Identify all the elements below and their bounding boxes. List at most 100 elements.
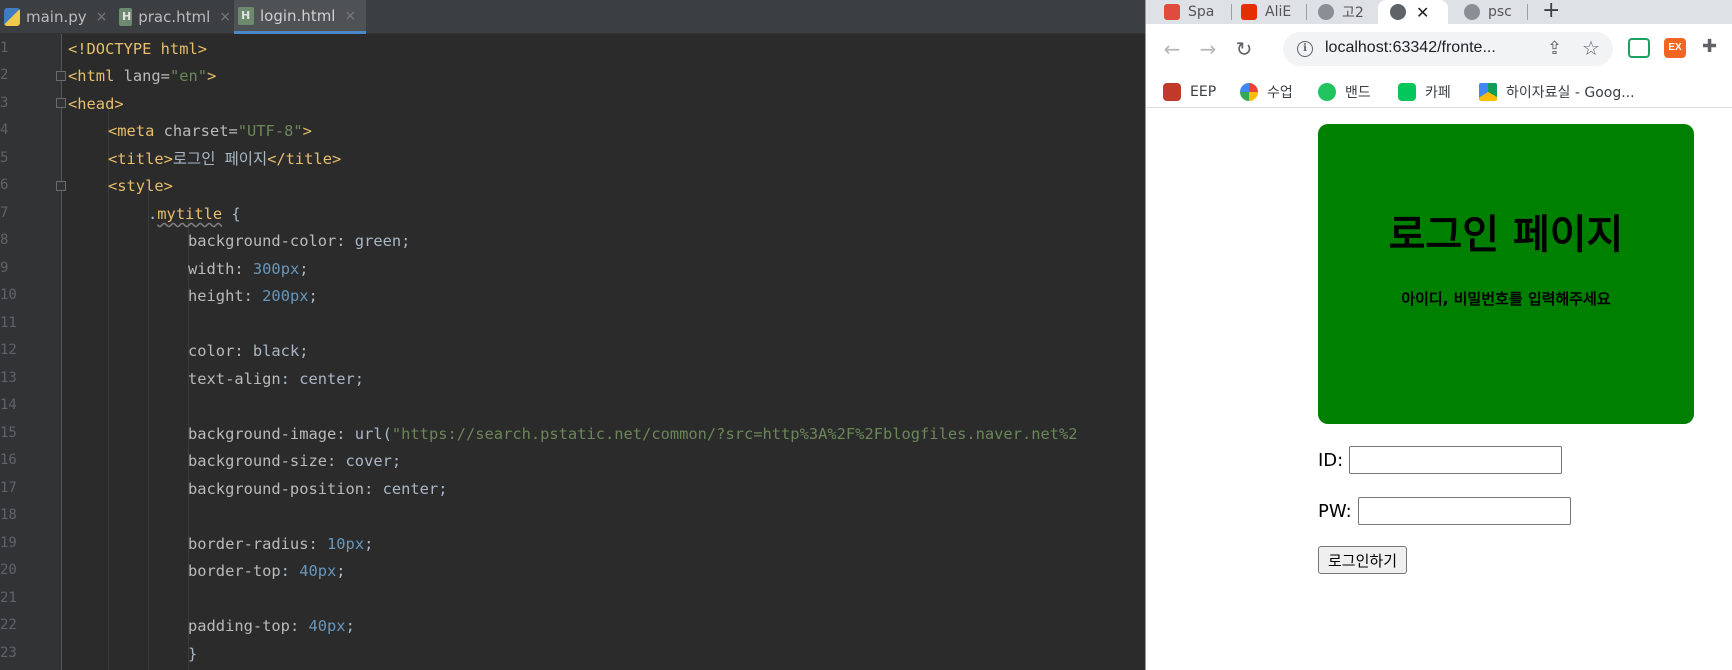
back-arrow-icon[interactable]: ← bbox=[1159, 36, 1185, 62]
fold-marker-icon[interactable] bbox=[56, 71, 66, 81]
tab-separator bbox=[1306, 4, 1307, 20]
code-line: <meta charset="UTF-8"> bbox=[108, 122, 312, 140]
globe-icon bbox=[1318, 4, 1334, 20]
bookmark-item[interactable]: 하이자료실 - Goog... bbox=[1479, 80, 1635, 104]
code-line: <html lang="en"> bbox=[68, 67, 217, 85]
address-bar[interactable]: i localhost:63342/fronte... ⇪ ☆ bbox=[1283, 32, 1613, 66]
editor-tab-login-html[interactable]: login.html × bbox=[234, 0, 366, 34]
ide-window: main.py × prac.html × login.html × 1 2 3… bbox=[0, 0, 1145, 670]
code-line: .mytitle { bbox=[148, 205, 241, 223]
browser-tab-label: AliE bbox=[1265, 4, 1292, 20]
bookmark-favicon-icon bbox=[1240, 83, 1258, 101]
globe-icon bbox=[1464, 4, 1480, 20]
google-drive-icon bbox=[1479, 83, 1497, 101]
editor-tab-prac-html[interactable]: prac.html × bbox=[115, 0, 231, 34]
bookmarks-bar: EEP 수업 밴드 카페 하이자료실 - Goog... bbox=[1146, 76, 1732, 108]
bookmark-label: 하이자료실 - Goog... bbox=[1506, 85, 1635, 101]
line-number: 5 bbox=[0, 150, 9, 166]
tab-close-icon[interactable]: ✕ bbox=[1416, 3, 1429, 22]
bookmark-item[interactable]: 수업 bbox=[1240, 80, 1293, 104]
code-line: background-position: center; bbox=[188, 480, 448, 498]
line-number: 15 bbox=[0, 425, 17, 441]
reload-icon[interactable]: ↻ bbox=[1231, 36, 1257, 62]
line-number: 18 bbox=[0, 507, 17, 523]
bookmark-favicon-icon bbox=[1398, 83, 1416, 101]
bookmark-label: 수업 bbox=[1267, 85, 1293, 101]
indent-guide bbox=[148, 186, 149, 670]
code-line: height: 200px; bbox=[188, 287, 318, 305]
code-editor[interactable]: <!DOCTYPE html> <html lang="en"> <head> … bbox=[68, 34, 1145, 670]
line-number-gutter: 1 2 3 4 5 6 7 8 9 10 11 12 13 14 15 16 1… bbox=[0, 34, 66, 670]
fold-marker-icon[interactable] bbox=[56, 181, 66, 191]
code-line: border-radius: 10px; bbox=[188, 535, 374, 553]
browser-toolbar: ← → ↻ i localhost:63342/fronte... ⇪ ☆ EX… bbox=[1146, 24, 1732, 76]
line-number: 9 bbox=[0, 260, 9, 276]
browser-tab-strip: Spa AliE 고2 ✕ psc + bbox=[1146, 0, 1732, 24]
close-icon[interactable]: × bbox=[344, 8, 356, 24]
browser-tab-active[interactable]: ✕ bbox=[1378, 0, 1448, 24]
page-viewport: 로그인 페이지 아이디, 비밀번호를 입력해주세요 ID: PW: 로그인하기 bbox=[1146, 109, 1732, 670]
code-line: <title>로그인 페이지</title> bbox=[108, 150, 342, 168]
editor-tab-label: main.py bbox=[26, 8, 87, 26]
code-line: width: 300px; bbox=[188, 260, 309, 278]
html-file-icon bbox=[238, 6, 254, 25]
page-heading: 로그인 페이지 bbox=[1388, 212, 1624, 258]
extension-ex-icon[interactable]: EX bbox=[1664, 38, 1686, 58]
line-number: 20 bbox=[0, 562, 17, 578]
line-number: 4 bbox=[0, 122, 9, 138]
code-line: text-align: center; bbox=[188, 370, 365, 388]
bookmark-item[interactable]: 카페 bbox=[1398, 80, 1451, 104]
bookmark-label: 밴드 bbox=[1345, 85, 1371, 101]
extension-icon[interactable] bbox=[1628, 38, 1650, 58]
bookmark-star-icon[interactable]: ☆ bbox=[1582, 36, 1600, 60]
id-label: ID: bbox=[1318, 449, 1344, 471]
browser-tab[interactable]: Spa bbox=[1164, 0, 1216, 24]
fold-marker-icon[interactable] bbox=[56, 98, 66, 108]
bookmark-label: 카페 bbox=[1425, 85, 1451, 101]
code-line: background-color: green; bbox=[188, 232, 411, 250]
line-number: 3 bbox=[0, 95, 9, 111]
browser-tab[interactable]: psc bbox=[1464, 0, 1522, 24]
editor-tab-main-py[interactable]: main.py × bbox=[0, 0, 112, 34]
info-icon[interactable]: i bbox=[1297, 41, 1313, 57]
code-line: <!DOCTYPE html> bbox=[68, 40, 207, 58]
line-number: 7 bbox=[0, 205, 9, 221]
bookmark-item[interactable]: EEP bbox=[1163, 80, 1216, 104]
editor-tab-label: login.html bbox=[260, 6, 336, 25]
puzzle-extensions-glyph: ✚ bbox=[1702, 36, 1718, 57]
browser-tab[interactable]: 고2 bbox=[1318, 0, 1372, 24]
globe-icon bbox=[1390, 4, 1406, 20]
pw-input[interactable] bbox=[1357, 497, 1571, 525]
code-line: padding-top: 40px; bbox=[188, 617, 355, 635]
close-icon[interactable]: × bbox=[96, 9, 108, 25]
login-button[interactable]: 로그인하기 bbox=[1318, 546, 1408, 574]
tab-favicon-icon bbox=[1241, 4, 1257, 20]
line-number: 1 bbox=[0, 40, 9, 56]
pw-row: PW: bbox=[1318, 497, 1571, 525]
tab-separator bbox=[1527, 4, 1528, 20]
forward-arrow-icon[interactable]: → bbox=[1195, 36, 1221, 62]
python-file-icon bbox=[4, 8, 20, 26]
html-file-icon bbox=[119, 8, 133, 26]
browser-tab[interactable]: AliE bbox=[1241, 0, 1301, 24]
code-line: } bbox=[188, 645, 198, 663]
close-icon[interactable]: × bbox=[219, 9, 231, 25]
code-line: color: black; bbox=[188, 342, 309, 360]
id-input[interactable] bbox=[1349, 446, 1563, 474]
line-number: 22 bbox=[0, 617, 17, 633]
line-number: 17 bbox=[0, 480, 17, 496]
line-number: 6 bbox=[0, 177, 9, 193]
id-row: ID: bbox=[1318, 446, 1563, 474]
line-number: 21 bbox=[0, 590, 17, 606]
new-tab-icon[interactable]: + bbox=[1542, 0, 1560, 23]
browser-tab-label: psc bbox=[1488, 4, 1512, 20]
line-number: 16 bbox=[0, 452, 17, 468]
bookmark-favicon-icon bbox=[1318, 83, 1336, 101]
url-text[interactable]: localhost:63342/fronte... bbox=[1325, 39, 1496, 57]
bookmark-item[interactable]: 밴드 bbox=[1318, 80, 1371, 104]
code-line: background-size: cover; bbox=[188, 452, 402, 470]
pw-label: PW: bbox=[1318, 500, 1352, 522]
share-icon[interactable]: ⇪ bbox=[1547, 38, 1562, 59]
code-line: <head> bbox=[68, 95, 124, 113]
browser-window: Spa AliE 고2 ✕ psc + ← → ↻ i localhost:63… bbox=[1145, 0, 1732, 670]
